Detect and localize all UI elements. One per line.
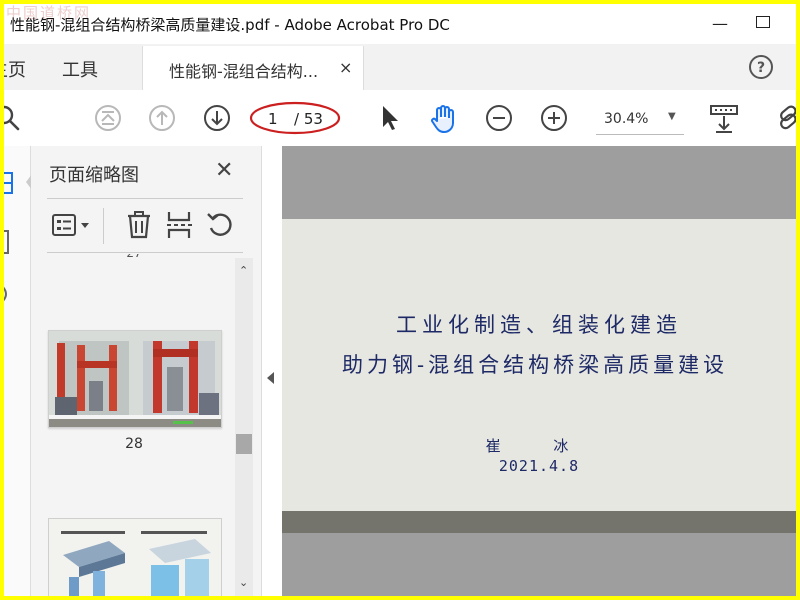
document-tab-label: 性能钢-混组合结构... bbox=[169, 62, 319, 81]
window-title: 性能钢-混组合结构桥梁高质量建设.pdf - Adobe Acrobat Pro… bbox=[10, 16, 450, 34]
tab-bar: 主页 工具 性能钢-混组合结构... × ? bbox=[4, 44, 796, 91]
left-navigation-rail bbox=[4, 146, 32, 596]
prev-page-icon[interactable] bbox=[147, 103, 177, 133]
tab-document[interactable]: 性能钢-混组合结构... × bbox=[142, 46, 364, 90]
minimize-button[interactable]: — bbox=[710, 14, 730, 34]
thumbnail-page-28[interactable] bbox=[48, 330, 222, 428]
slide-title-line-2: 助力钢-混组合结构桥梁高质量建设 bbox=[342, 353, 729, 377]
svg-text:?: ? bbox=[757, 60, 765, 76]
slide-author: 崔 冰 bbox=[485, 437, 593, 455]
title-bar: 中国道桥网 性能钢-混组合结构桥梁高质量建设.pdf - Adobe Acrob… bbox=[4, 4, 796, 44]
search-icon[interactable] bbox=[4, 103, 24, 133]
scroll-up-arrow[interactable]: ⌃ bbox=[239, 264, 248, 277]
lab-photo-thumbnail bbox=[49, 331, 221, 427]
split-page-icon[interactable] bbox=[165, 210, 193, 240]
select-cursor-icon[interactable] bbox=[378, 103, 402, 133]
document-view[interactable]: 工业化制造、组装化建造 助力钢-混组合结构桥梁高质量建设 崔 冰 2021.4.… bbox=[282, 146, 796, 596]
scrollbar-thumb[interactable] bbox=[236, 434, 252, 454]
close-tab-button[interactable]: × bbox=[339, 58, 352, 77]
acrobat-window: 中国道桥网 性能钢-混组合结构桥梁高质量建设.pdf - Adobe Acrob… bbox=[4, 4, 796, 596]
chevron-down-icon: ▼ bbox=[668, 111, 676, 122]
thumbnail-scrollbar[interactable]: ⌃ ⌄ bbox=[235, 258, 253, 596]
tab-tools[interactable]: 工具 bbox=[62, 56, 98, 82]
options-menu-icon[interactable] bbox=[51, 212, 95, 240]
bookmarks-icon[interactable] bbox=[4, 228, 16, 256]
hand-tool-icon[interactable] bbox=[428, 103, 460, 135]
attachments-icon[interactable] bbox=[4, 282, 16, 308]
slide-date: 2021.4.8 bbox=[498, 457, 580, 475]
scroll-mode-icon[interactable] bbox=[708, 103, 740, 135]
panel-divider bbox=[47, 198, 243, 199]
zoom-dropdown[interactable]: 30.4% ▼ bbox=[596, 106, 684, 135]
next-page-icon[interactable] bbox=[202, 103, 232, 133]
zoom-out-icon[interactable] bbox=[484, 103, 514, 133]
zoom-in-icon[interactable] bbox=[539, 103, 569, 133]
diagram-thumbnail bbox=[49, 519, 221, 596]
zoom-value: 30.4% bbox=[604, 111, 649, 127]
thumbnail-page-29[interactable] bbox=[48, 518, 222, 596]
page-thumbnails-icon[interactable] bbox=[4, 170, 18, 196]
page-total-count: / 53 bbox=[294, 110, 323, 128]
delete-page-icon[interactable] bbox=[125, 210, 153, 240]
help-icon[interactable]: ? bbox=[748, 54, 774, 80]
slide-title-line-1: 工业化制造、组装化建造 bbox=[396, 313, 682, 337]
maximize-button[interactable] bbox=[756, 16, 770, 28]
main-toolbar: 1 / 53 30.4% ▼ bbox=[4, 90, 796, 147]
close-panel-button[interactable]: ✕ bbox=[215, 158, 233, 183]
page-number-field[interactable]: 1 / 53 bbox=[254, 106, 334, 132]
thumbnail-label: 28 bbox=[125, 436, 143, 452]
page-thumbnails-panel: 页面缩略图 ✕ 28 ⌃ ⌄ bbox=[31, 146, 261, 596]
thumbnail-toolbar bbox=[47, 202, 247, 250]
thumbnail-list: 27 bbox=[31, 254, 235, 596]
collapse-panel-icon[interactable] bbox=[267, 372, 274, 384]
pdf-page: 工业化制造、组装化建造 助力钢-混组合结构桥梁高质量建设 崔 冰 2021.4.… bbox=[282, 219, 796, 533]
panel-collapse-strip[interactable] bbox=[261, 146, 282, 596]
page-current-input[interactable]: 1 bbox=[268, 110, 278, 128]
toolbar-divider bbox=[103, 208, 104, 244]
panel-title: 页面缩略图 bbox=[49, 165, 139, 186]
rotate-icon[interactable] bbox=[205, 210, 235, 240]
tab-home[interactable]: 主页 bbox=[4, 56, 26, 82]
link-icon[interactable] bbox=[776, 103, 796, 133]
thumbnail-label-partial: 27 bbox=[31, 254, 235, 260]
scroll-down-arrow[interactable]: ⌄ bbox=[239, 576, 248, 589]
first-page-icon[interactable] bbox=[93, 103, 123, 133]
slide-footer-band bbox=[282, 511, 796, 533]
panel-divider bbox=[47, 252, 243, 253]
